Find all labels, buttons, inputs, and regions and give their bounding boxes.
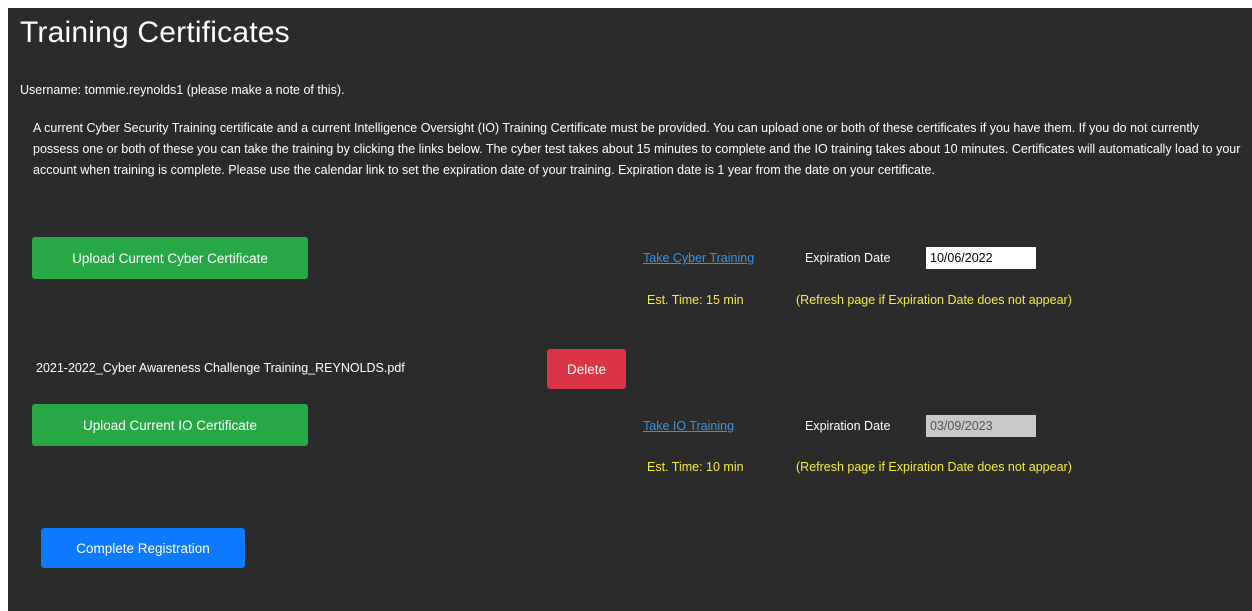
- io-est-time: Est. Time: 10 min: [647, 460, 744, 474]
- take-io-training-link[interactable]: Take IO Training: [643, 419, 734, 433]
- upload-cyber-certificate-button[interactable]: Upload Current Cyber Certificate: [32, 237, 308, 279]
- uploaded-cyber-filename: 2021-2022_Cyber Awareness Challenge Trai…: [36, 361, 405, 375]
- training-certificates-panel: Training Certificates Username: tommie.r…: [8, 8, 1252, 611]
- instructions-text: A current Cyber Security Training certif…: [33, 121, 1241, 177]
- io-expiration-label: Expiration Date: [805, 419, 891, 433]
- cyber-expiration-date-input[interactable]: [926, 247, 1036, 269]
- username-text: Username: tommie.reynolds1 (please make …: [20, 83, 345, 97]
- take-cyber-training-link[interactable]: Take Cyber Training: [643, 251, 754, 265]
- cyber-refresh-note: (Refresh page if Expiration Date does no…: [796, 293, 1072, 307]
- page-title: Training Certificates: [20, 16, 290, 49]
- cyber-expiration-label: Expiration Date: [805, 251, 891, 265]
- cyber-est-time: Est. Time: 15 min: [647, 293, 744, 307]
- upload-io-certificate-button[interactable]: Upload Current IO Certificate: [32, 404, 308, 446]
- io-refresh-note: (Refresh page if Expiration Date does no…: [796, 460, 1072, 474]
- complete-registration-button[interactable]: Complete Registration: [41, 528, 245, 568]
- delete-cyber-certificate-button[interactable]: Delete: [547, 349, 626, 389]
- io-expiration-date-input: [926, 415, 1036, 437]
